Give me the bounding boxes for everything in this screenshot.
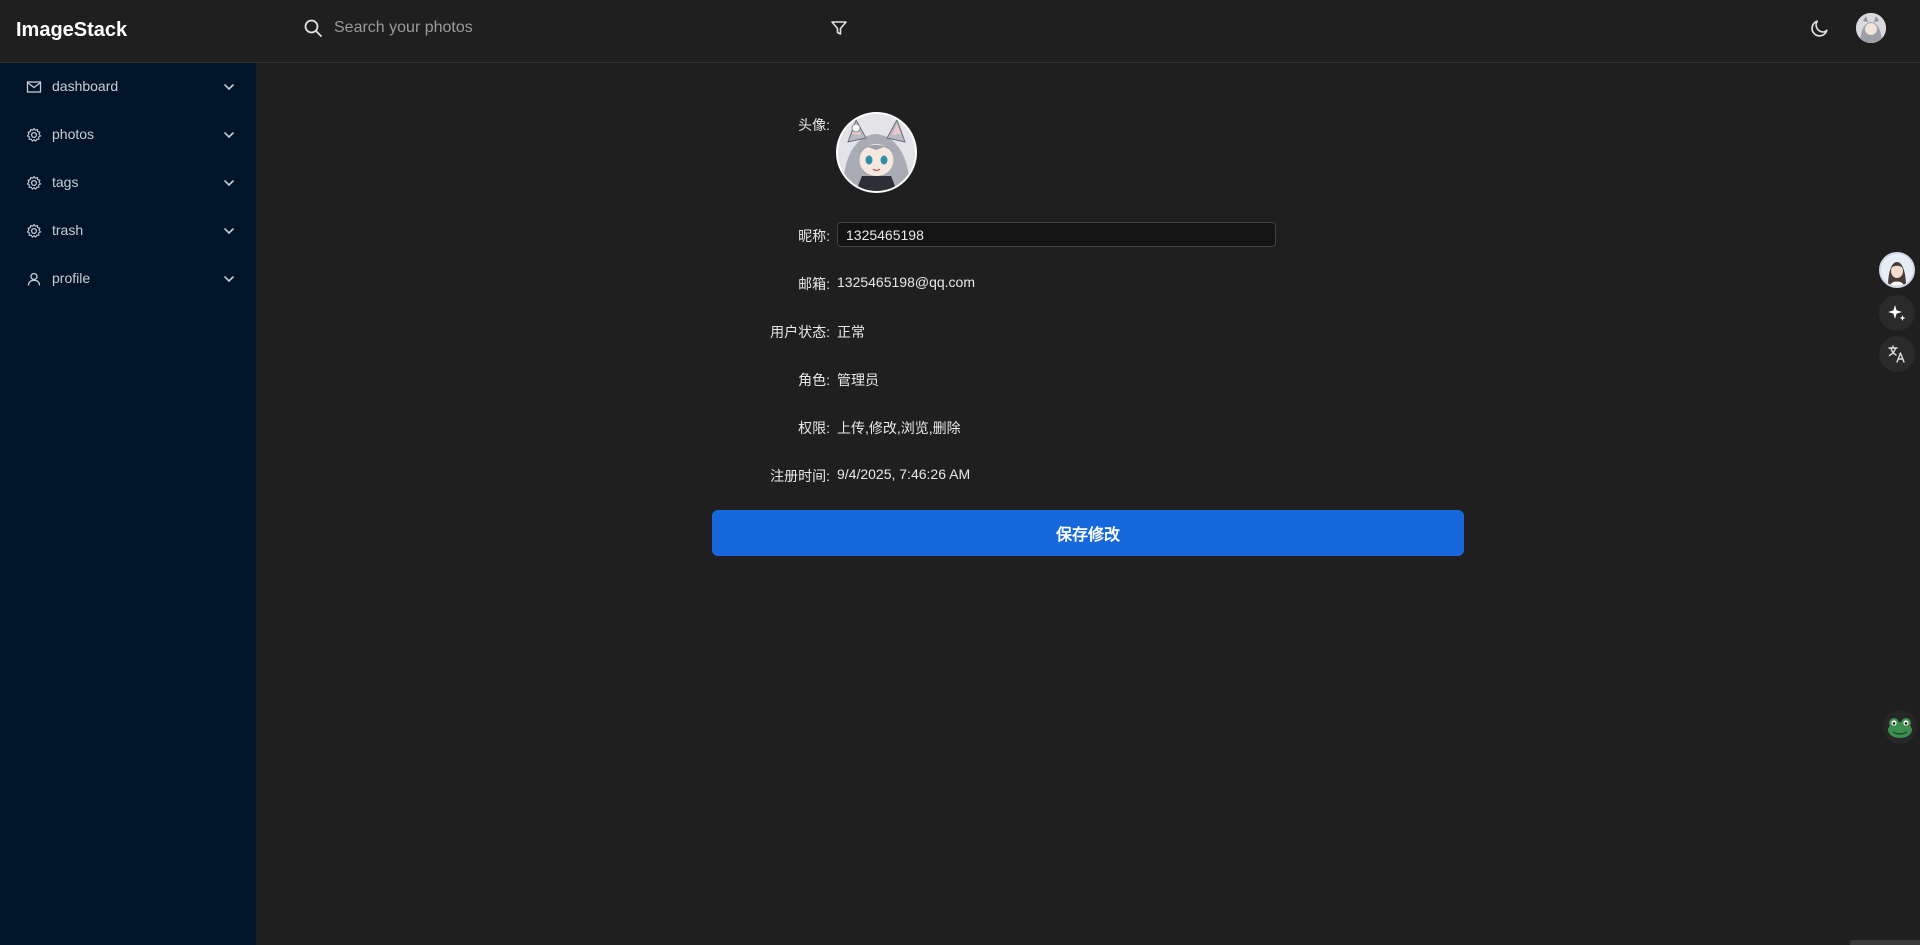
frog-icon[interactable] [1883,710,1917,744]
sidebar-item-label: photos [52,126,95,142]
role-value: 管理员 [837,372,879,388]
chevron-down-icon [224,132,234,139]
scroll-indicator [1850,940,1920,945]
role-label: 角色: [798,372,830,388]
search-icon[interactable] [303,18,323,38]
gear-icon [26,127,42,142]
registered-value: 9/4/2025, 7:46:26 AM [837,466,971,482]
status-label: 用户状态: [770,324,830,340]
filter-icon[interactable] [829,18,849,38]
assistant-avatar-button[interactable] [1879,252,1915,288]
nickname-input[interactable] [837,222,1276,247]
sparkle-icon[interactable] [1879,295,1915,331]
profile-avatar[interactable] [836,112,917,193]
top-header: ImageStack [0,0,1920,63]
gear-icon [26,175,42,190]
sidebar-item-label: tags [52,174,79,190]
sidebar-item-trash[interactable]: trash [0,211,256,251]
sidebar-item-label: profile [52,270,91,286]
sidebar-item-photos[interactable]: photos [0,115,256,155]
sidebar-item-label: trash [52,222,84,238]
translate-icon[interactable] [1879,336,1915,372]
email-label: 邮箱: [798,276,830,292]
status-value: 正常 [837,324,865,340]
chevron-down-icon [224,228,234,235]
app-logo[interactable]: ImageStack [16,19,127,42]
nickname-label: 昵称: [798,228,830,244]
permissions-value: 上传,修改,浏览,删除 [837,420,961,436]
gear-icon [26,223,42,238]
moon-icon[interactable] [1809,17,1831,39]
chevron-down-icon [224,180,234,187]
sidebar-item-tags[interactable]: tags [0,163,256,203]
avatar-label: 头像: [798,117,830,133]
email-value: 1325465198@qq.com [837,274,975,290]
chevron-down-icon [224,276,234,283]
search-input[interactable] [334,14,814,42]
permissions-label: 权限: [798,420,830,436]
sidebar-item-label: dashboard [52,78,119,94]
registered-label: 注册时间: [770,468,830,484]
user-icon [27,272,41,286]
sidebar: dashboard photos tags trash profile [0,63,256,945]
save-button[interactable]: 保存修改 [712,510,1464,556]
sidebar-item-profile[interactable]: profile [0,259,256,299]
mail-icon [26,81,42,93]
sidebar-item-dashboard[interactable]: dashboard [0,67,256,107]
chevron-down-icon [224,84,234,91]
user-avatar[interactable] [1856,13,1886,43]
